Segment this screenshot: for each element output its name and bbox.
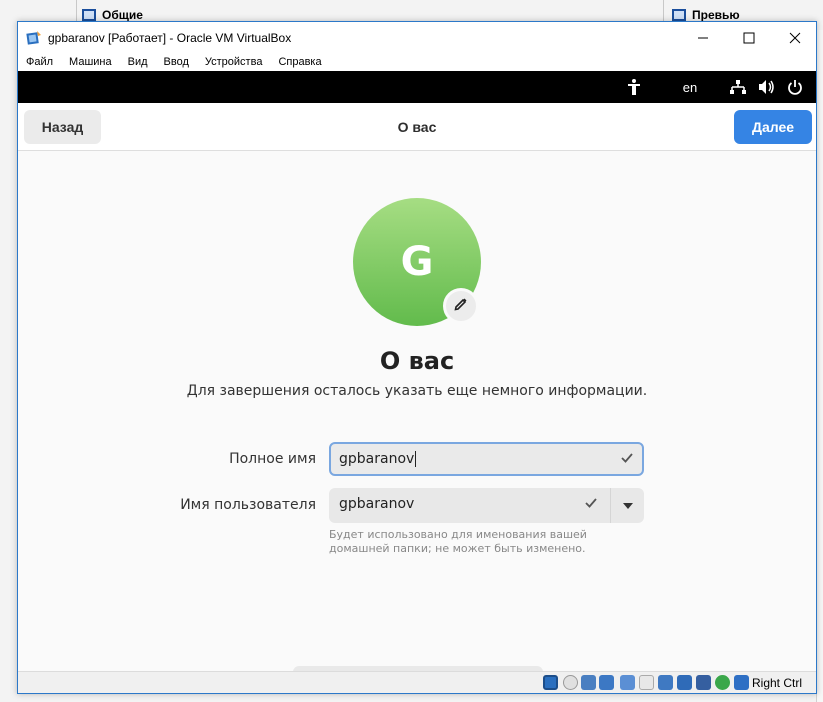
vm-state-icon[interactable] (696, 675, 711, 690)
hdd-icon[interactable] (543, 675, 558, 690)
avatar-edit-button[interactable] (443, 288, 479, 324)
username-value: gpbaranov (339, 496, 415, 512)
monitor-icon (672, 9, 686, 21)
next-button[interactable]: Далее (734, 110, 812, 144)
optical-icon[interactable] (563, 675, 578, 690)
menu-devices[interactable]: Устройства (205, 56, 271, 68)
shared-folders-icon[interactable] (639, 675, 654, 690)
maximize-button[interactable] (726, 22, 772, 53)
keyboard-capture-icon[interactable] (734, 675, 749, 690)
general-section-label: Общие (102, 8, 143, 22)
checkmark-icon (584, 496, 598, 513)
preview-section-label: Превью (692, 8, 740, 22)
page-subtitle: Для завершения осталось указать еще немн… (186, 383, 648, 399)
menu-bar: Файл Машина Вид Ввод Устройства Справка (18, 53, 816, 71)
menu-machine[interactable]: Машина (69, 56, 120, 68)
vm-green-icon[interactable] (715, 675, 730, 690)
video-capture-icon[interactable] (677, 675, 692, 690)
network-icon[interactable] (727, 71, 749, 103)
display-icon[interactable] (658, 675, 673, 690)
power-icon[interactable] (784, 71, 806, 103)
network-icon[interactable] (599, 675, 614, 690)
vm-status-bar: Right Ctrl (18, 671, 816, 693)
chevron-down-icon (622, 497, 634, 515)
header-title: О вас (397, 119, 437, 135)
usb-icon[interactable] (620, 675, 635, 690)
keyboard-layout-indicator[interactable]: en (678, 71, 702, 103)
virtualbox-app-icon (26, 30, 42, 46)
minimize-button[interactable] (680, 22, 726, 53)
gnome-top-bar: en (18, 71, 816, 103)
header-bar: О вас Назад Далее (18, 103, 816, 151)
text-caret (415, 451, 417, 467)
username-combo[interactable]: gpbaranov (329, 488, 644, 523)
window-title: gpbaranov [Работает] - Oracle VM Virtual… (48, 30, 292, 45)
fullname-value: gpbaranov (339, 451, 417, 467)
fullname-input[interactable]: gpbaranov (329, 442, 644, 476)
monitor-icon (82, 9, 96, 21)
back-button[interactable]: Назад (24, 110, 101, 144)
accessibility-icon[interactable] (623, 71, 645, 103)
menu-input[interactable]: Ввод (164, 56, 197, 68)
host-key-label: Right Ctrl (752, 676, 803, 690)
menu-help[interactable]: Справка (278, 56, 329, 68)
pencil-icon (454, 297, 468, 316)
username-hint: Будет использовано для именования вашей … (329, 528, 587, 555)
username-dropdown-button[interactable] (611, 488, 644, 523)
vm-window: gpbaranov [Работает] - Oracle VM Virtual… (17, 21, 817, 694)
menu-view[interactable]: Вид (128, 56, 156, 68)
background-panel-edge (816, 30, 823, 702)
username-label: Имя пользователя (180, 497, 316, 513)
title-bar[interactable]: gpbaranov [Работает] - Oracle VM Virtual… (18, 22, 816, 53)
page-heading: О вас (379, 347, 455, 375)
volume-icon[interactable] (756, 71, 778, 103)
menu-file[interactable]: Файл (26, 56, 61, 68)
avatar-letter: G (400, 239, 434, 285)
audio-icon[interactable] (581, 675, 596, 690)
about-you-page: G О вас Для завершения осталось указать … (18, 151, 816, 671)
close-button[interactable] (772, 22, 818, 53)
checkmark-icon (620, 451, 634, 468)
fullname-label: Полное имя (229, 451, 316, 467)
